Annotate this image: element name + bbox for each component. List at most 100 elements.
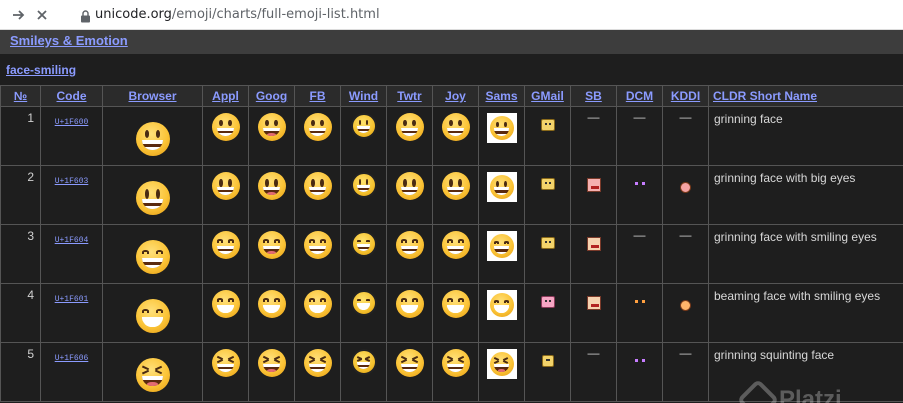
kddi-missing: — (662, 342, 709, 402)
col-header-sams[interactable]: Sams (478, 85, 525, 107)
row-number: 2 (0, 165, 41, 225)
beaming-face-sb-icon (571, 284, 616, 310)
beaming-face-dcm-icon (617, 284, 662, 306)
grinning-squinting-face-fb-icon (295, 343, 340, 377)
grinning-face-big-eyes-dcm-icon (617, 166, 662, 188)
col-header-code[interactable]: Code (40, 85, 103, 107)
grinning-face-big-eyes-browser-icon (103, 175, 202, 215)
emoji-table: № Code Browser Appl Goog FB Wind Twtr Jo… (0, 85, 903, 402)
grinning-face-big-eyes-wind-icon (341, 166, 386, 198)
grinning-face-smiling-eyes-browser-icon (103, 234, 202, 274)
beaming-face-sams-icon (479, 284, 524, 320)
table-row: 4 U+1F601 beaming face with smiling eyes (0, 283, 903, 343)
table-row: 1 U+1F600 — — — grinning face (0, 106, 903, 166)
row-number: 1 (0, 106, 41, 166)
col-header-cldr-name[interactable]: CLDR Short Name (708, 85, 903, 107)
kddi-missing: — (662, 106, 709, 166)
grinning-face-gmail-icon (525, 107, 570, 131)
col-header-kddi[interactable]: KDDI (662, 85, 709, 107)
grinning-squinting-face-wind-icon (341, 343, 386, 375)
grinning-face-smiling-eyes-fb-icon (295, 225, 340, 259)
grinning-face-wind-icon (341, 107, 386, 139)
grinning-face-smiling-eyes-twtr-icon (387, 225, 432, 259)
grinning-squinting-face-goog-icon (249, 343, 294, 377)
grinning-face-big-eyes-joy-icon (433, 166, 478, 200)
col-header-goog[interactable]: Goog (248, 85, 295, 107)
beaming-face-twtr-icon (387, 284, 432, 318)
beaming-face-appl-icon (203, 284, 248, 318)
url-path: /emoji/charts/full-emoji-list.html (171, 7, 380, 22)
beaming-face-wind-icon (341, 284, 386, 316)
url-domain: unicode.org (95, 7, 172, 22)
grinning-face-smiling-eyes-sams-icon (479, 225, 524, 261)
code-link[interactable]: U+1F606 (55, 354, 89, 363)
col-header-appl[interactable]: Appl (202, 85, 249, 107)
grinning-squinting-face-appl-icon (203, 343, 248, 377)
grinning-face-big-eyes-appl-icon (203, 166, 248, 200)
beaming-face-fb-icon (295, 284, 340, 318)
subsection-title-link[interactable]: face-smiling (6, 63, 76, 77)
row-number: 5 (0, 342, 41, 402)
cldr-short-name: grinning face with big eyes (708, 165, 903, 225)
grinning-squinting-face-gmail-icon (525, 343, 570, 367)
col-header-fb[interactable]: FB (294, 85, 341, 107)
grinning-face-big-eyes-kddi-icon (663, 166, 708, 193)
grinning-face-twtr-icon (387, 107, 432, 141)
address-bar[interactable]: unicode.org/emoji/charts/full-emoji-list… (95, 7, 380, 22)
col-header-browser[interactable]: Browser (102, 85, 203, 107)
col-header-gmail[interactable]: GMail (524, 85, 571, 107)
code-link[interactable]: U+1F600 (55, 118, 89, 127)
col-header-sb[interactable]: SB (570, 85, 617, 107)
code-link[interactable]: U+1F603 (55, 177, 89, 186)
grinning-squinting-face-browser-icon (103, 352, 202, 392)
row-number: 4 (0, 283, 41, 343)
stop-loading-icon[interactable] (34, 7, 50, 23)
section-title-link[interactable]: Smileys & Emotion (10, 33, 128, 48)
sb-missing: — (570, 106, 617, 166)
grinning-face-smiling-eyes-wind-icon (341, 225, 386, 257)
cldr-short-name: grinning face with smiling eyes (708, 224, 903, 284)
col-header-dcm[interactable]: DCM (616, 85, 663, 107)
grinning-face-goog-icon (249, 107, 294, 141)
beaming-face-kddi-icon (663, 284, 708, 311)
col-header-wind[interactable]: Wind (340, 85, 387, 107)
table-header-row: № Code Browser Appl Goog FB Wind Twtr Jo… (0, 85, 903, 107)
dcm-missing: — (616, 106, 663, 166)
dcm-missing: — (616, 224, 663, 284)
table-row: 2 U+1F603 grinning face with big eyes (0, 165, 903, 225)
browser-toolbar: unicode.org/emoji/charts/full-emoji-list… (0, 0, 903, 30)
grinning-face-smiling-eyes-goog-icon (249, 225, 294, 259)
grinning-face-browser-icon (103, 116, 202, 156)
grinning-face-smiling-eyes-sb-icon (571, 225, 616, 251)
grinning-face-appl-icon (203, 107, 248, 141)
grinning-face-big-eyes-twtr-icon (387, 166, 432, 200)
lock-icon[interactable] (77, 8, 93, 24)
page-content: Smileys & Emotion face-smiling № Code Br… (0, 30, 903, 403)
row-number: 3 (0, 224, 41, 284)
forward-arrow-icon[interactable] (10, 7, 26, 23)
grinning-face-big-eyes-sb-icon (571, 166, 616, 192)
col-header-joy[interactable]: Joy (432, 85, 479, 107)
subsection-header: face-smiling (0, 60, 903, 80)
grinning-face-big-eyes-sams-icon (479, 166, 524, 202)
grinning-face-fb-icon (295, 107, 340, 141)
grinning-squinting-face-joy-icon (433, 343, 478, 377)
cldr-short-name: grinning face (708, 106, 903, 166)
grinning-face-sams-icon (479, 107, 524, 143)
beaming-face-joy-icon (433, 284, 478, 318)
col-header-number[interactable]: № (0, 85, 41, 107)
code-link[interactable]: U+1F604 (55, 236, 89, 245)
grinning-squinting-face-twtr-icon (387, 343, 432, 377)
cldr-short-name: beaming face with smiling eyes (708, 283, 903, 343)
col-header-twtr[interactable]: Twtr (386, 85, 433, 107)
grinning-face-joy-icon (433, 107, 478, 141)
beaming-face-goog-icon (249, 284, 294, 318)
platzi-watermark: Platzi (736, 378, 842, 403)
beaming-face-browser-icon (103, 293, 202, 333)
grinning-face-big-eyes-gmail-icon (525, 166, 570, 190)
code-link[interactable]: U+1F601 (55, 295, 89, 304)
grinning-face-smiling-eyes-appl-icon (203, 225, 248, 259)
grinning-face-smiling-eyes-gmail-icon (525, 225, 570, 249)
sb-missing: — (570, 342, 617, 402)
section-header: Smileys & Emotion (0, 30, 903, 54)
